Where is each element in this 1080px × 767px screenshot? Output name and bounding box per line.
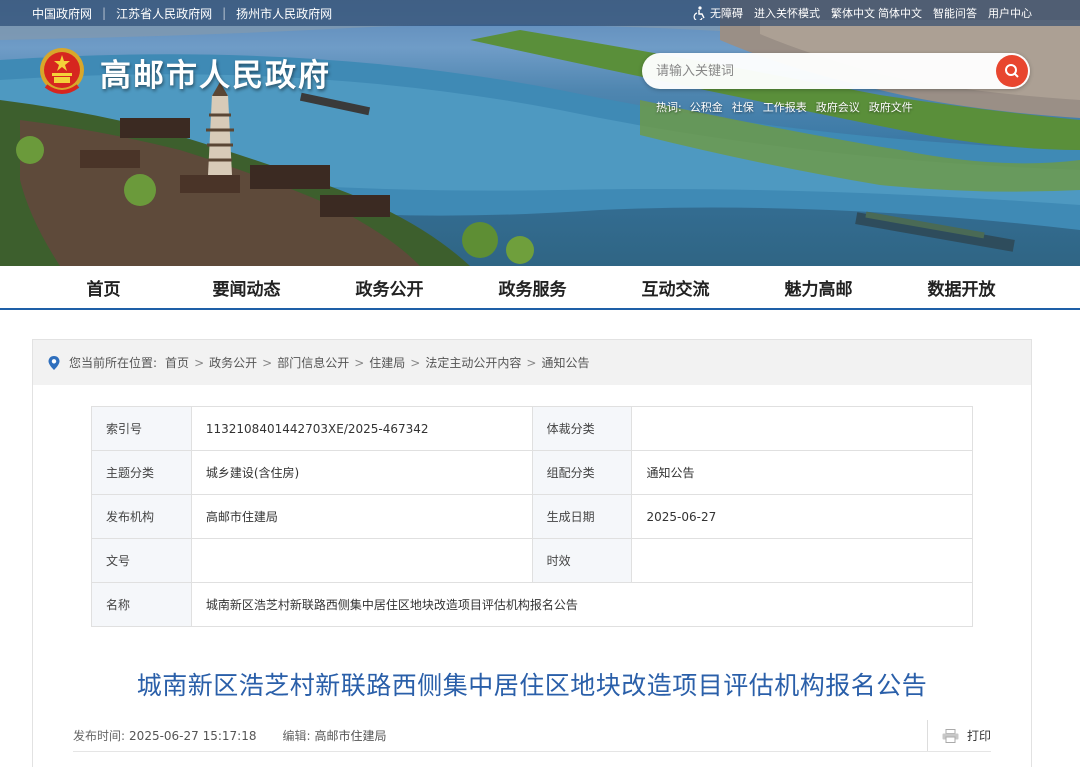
nav-open-data[interactable]: 数据开放 xyxy=(890,266,1033,308)
search-icon xyxy=(1005,64,1019,78)
nav-charm-gaoyou[interactable]: 魅力高邮 xyxy=(747,266,890,308)
simplified-chinese-link[interactable]: 简体中文 xyxy=(878,5,922,21)
search-input[interactable] xyxy=(656,53,986,89)
topic-label: 主题分类 xyxy=(91,450,192,495)
hot-word[interactable]: 政府会议 xyxy=(816,99,860,115)
table-row: 发布机构 高邮市住建局 生成日期 2025-06-27 xyxy=(91,494,973,539)
care-mode-link[interactable]: 进入关怀模式 xyxy=(754,5,820,21)
publisher-label: 发布机构 xyxy=(91,494,192,539)
topic-value: 城乡建设(含住房) xyxy=(190,450,533,495)
editor-label: 编辑: xyxy=(282,729,311,743)
hot-word[interactable]: 公积金 xyxy=(690,99,723,115)
nav-news[interactable]: 要闻动态 xyxy=(175,266,318,308)
search-box xyxy=(642,53,1030,89)
hot-word[interactable]: 工作报表 xyxy=(763,99,807,115)
genre-label: 体裁分类 xyxy=(531,406,633,451)
chevron-right-icon: > xyxy=(410,355,421,370)
divider: | xyxy=(222,6,227,20)
nav-interaction[interactable]: 互动交流 xyxy=(604,266,747,308)
nav-home[interactable]: 首页 xyxy=(32,266,175,308)
name-value: 城南新区浩芝村新联路西侧集中居住区地块改造项目评估机构报名公告 xyxy=(190,582,974,627)
accessibility-label: 无障碍 xyxy=(710,7,743,20)
link-gov-cn[interactable]: 中国政府网 xyxy=(32,5,92,22)
national-emblem-icon xyxy=(40,48,84,94)
group-value: 通知公告 xyxy=(631,450,973,495)
header-banner: 中国政府网 | 江苏省人民政府网 | 扬州市人民政府网 无障碍 进入关怀模式 繁… xyxy=(0,0,1080,266)
hot-words-label: 热词: xyxy=(656,101,682,114)
link-jiangsu-gov[interactable]: 江苏省人民政府网 xyxy=(116,5,212,22)
hot-word[interactable]: 社保 xyxy=(732,99,754,115)
table-row: 主题分类 城乡建设(含住房) 组配分类 通知公告 xyxy=(91,450,973,495)
publish-time-label: 发布时间: xyxy=(73,729,126,743)
chevron-right-icon: > xyxy=(262,355,273,370)
content-panel: 您当前所在位置: 首页 > 政务公开 > 部门信息公开 > 住建局 > 法定主动… xyxy=(32,339,1032,767)
article-meta: 发布时间: 2025-06-27 15:17:18 编辑: 高邮市住建局 打印 xyxy=(73,720,991,752)
breadcrumb-item[interactable]: 政务公开 xyxy=(209,354,257,371)
date-label: 生成日期 xyxy=(531,494,633,539)
location-pin-icon xyxy=(48,355,60,370)
printer-icon xyxy=(942,728,959,743)
chevron-right-icon: > xyxy=(526,355,537,370)
document-info-table: 索引号 1132108401442703XE/2025-467342 体裁分类 … xyxy=(91,406,974,627)
breadcrumb-item[interactable]: 法定主动公开内容 xyxy=(425,354,521,371)
breadcrumb-item[interactable]: 部门信息公开 xyxy=(277,354,349,371)
site-title: 高邮市人民政府 xyxy=(100,57,331,94)
accessibility-link[interactable]: 无障碍 xyxy=(693,5,743,21)
group-label: 组配分类 xyxy=(531,450,633,495)
doc-no-label: 文号 xyxy=(91,538,192,583)
breadcrumb-label: 您当前所在位置: xyxy=(69,356,158,370)
index-no-label: 索引号 xyxy=(91,406,192,451)
breadcrumb-item[interactable]: 通知公告 xyxy=(541,354,589,371)
chevron-right-icon: > xyxy=(194,355,205,370)
site-logo[interactable]: 高邮市人民政府 xyxy=(38,46,331,98)
traditional-chinese-link[interactable]: 繁体中文 xyxy=(831,5,875,21)
main-nav: 首页 要闻动态 政务公开 政务服务 互动交流 魅力高邮 数据开放 xyxy=(0,266,1080,310)
table-row: 文号 时效 xyxy=(91,538,973,583)
print-button[interactable]: 打印 xyxy=(926,720,991,751)
breadcrumb: 您当前所在位置: 首页 > 政务公开 > 部门信息公开 > 住建局 > 法定主动… xyxy=(33,340,1031,385)
table-row: 名称 城南新区浩芝村新联路西侧集中居住区地块改造项目评估机构报名公告 xyxy=(91,582,974,627)
article-title: 城南新区浩芝村新联路西侧集中居住区地块改造项目评估机构报名公告 xyxy=(136,671,928,700)
validity-value xyxy=(631,538,973,583)
top-links: 中国政府网 | 江苏省人民政府网 | 扬州市人民政府网 xyxy=(32,0,332,26)
validity-label: 时效 xyxy=(531,538,633,583)
link-yangzhou-gov[interactable]: 扬州市人民政府网 xyxy=(236,5,332,22)
editor-value: 高邮市住建局 xyxy=(314,729,387,743)
name-label: 名称 xyxy=(91,582,192,627)
banner-city-river-image xyxy=(0,0,1080,266)
nav-gov-services[interactable]: 政务服务 xyxy=(461,266,604,308)
search-button[interactable] xyxy=(996,55,1028,87)
accessibility-icon xyxy=(693,6,705,20)
nav-gov-affairs-open[interactable]: 政务公开 xyxy=(318,266,461,308)
breadcrumb-item[interactable]: 首页 xyxy=(165,354,189,371)
genre-value xyxy=(631,406,973,451)
top-tools: 无障碍 进入关怀模式 繁体中文 简体中文 智能问答 用户中心 xyxy=(693,0,1032,26)
table-row: 索引号 1132108401442703XE/2025-467342 体裁分类 xyxy=(91,406,973,451)
publish-time: 2025-06-27 15:17:18 xyxy=(129,728,257,743)
breadcrumb-item[interactable]: 住建局 xyxy=(369,354,405,371)
divider: | xyxy=(102,6,107,20)
hot-word[interactable]: 政府文件 xyxy=(869,99,913,115)
index-no-value: 1132108401442703XE/2025-467342 xyxy=(190,406,533,451)
chevron-right-icon: > xyxy=(354,355,365,370)
date-value: 2025-06-27 xyxy=(631,494,973,539)
smart-qa-link[interactable]: 智能问答 xyxy=(933,5,977,21)
doc-no-value xyxy=(190,538,533,583)
print-label: 打印 xyxy=(966,729,991,743)
hot-words: 热词: 公积金 社保 工作报表 政府会议 政府文件 xyxy=(656,99,922,115)
publisher-value: 高邮市住建局 xyxy=(190,494,533,539)
user-center-link[interactable]: 用户中心 xyxy=(988,5,1032,21)
